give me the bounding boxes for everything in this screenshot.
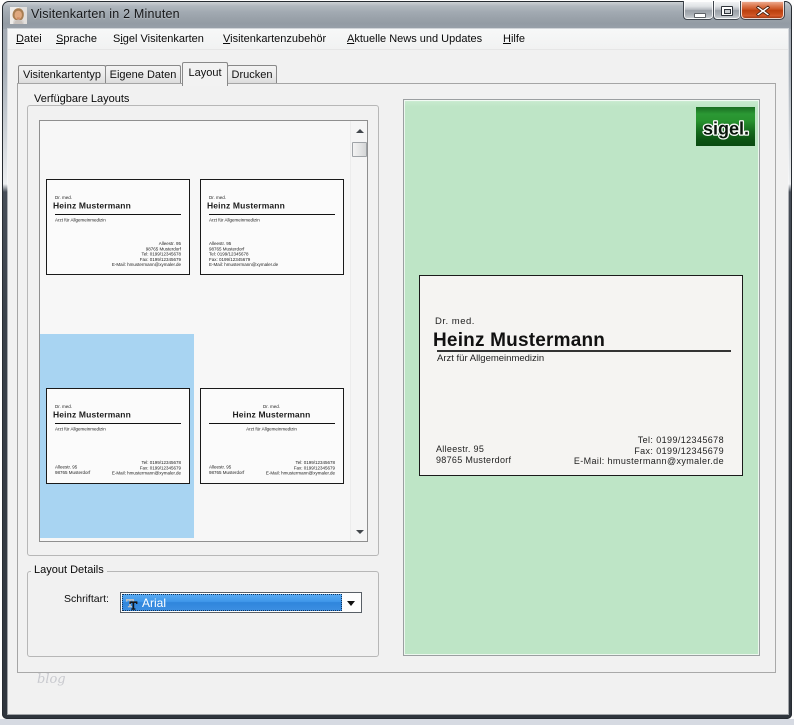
close-button[interactable] bbox=[740, 1, 785, 20]
app-window: Visitenkarten in 2 Minuten Datei Sprache S… bbox=[2, 1, 792, 719]
thumb-profession: Arzt für Allgemeinmedizin bbox=[55, 218, 106, 223]
listbox-scrollbar[interactable] bbox=[350, 121, 367, 541]
desktop-background: Visitenkarten in 2 Minuten Datei Sprache S… bbox=[0, 0, 794, 725]
font-combobox-selection: Arial bbox=[122, 594, 342, 611]
font-dropdown-button[interactable] bbox=[342, 593, 361, 612]
thumb-rule bbox=[209, 423, 335, 424]
card-street: Alleestr. 95 bbox=[436, 444, 511, 455]
thumb-contact: Alleestr. 9598765 MusterdorfTel: 0199/12… bbox=[209, 241, 278, 267]
details-group-title: Layout Details bbox=[31, 564, 107, 576]
preview-panel: Dr. med. Heinz Mustermann Arzt für Allge… bbox=[403, 99, 760, 656]
layout-listbox: Dr. med.Heinz MustermannArzt für Allgeme… bbox=[39, 120, 368, 542]
thumb-profession: Arzt für Allgemeinmedizin bbox=[201, 427, 342, 432]
sigel-logo-text bbox=[696, 107, 755, 146]
menu-item-sprache[interactable]: Sprache bbox=[56, 29, 97, 50]
thumbnail-card-content: Dr. med.Heinz Mustermann Arzt für Allgeme… bbox=[201, 180, 342, 272]
layout-option-2[interactable]: Dr. med.Heinz Mustermann Arzt für Allgeme… bbox=[194, 130, 348, 334]
window-controls bbox=[683, 1, 785, 21]
menu-item-sigel[interactable]: Sigel Visitenkarten bbox=[113, 29, 204, 50]
scroll-down-icon bbox=[356, 530, 364, 534]
card-contact: Tel: 0199/12345678 Fax: 0199/12345679 E-… bbox=[574, 435, 724, 467]
layout-thumbnail-card: Dr. med.Heinz Mustermann Arzt für Allgeme… bbox=[46, 388, 190, 484]
scroll-up-button[interactable] bbox=[351, 121, 368, 138]
tab-drucken[interactable]: Drucken bbox=[227, 65, 277, 83]
scrollbar-thumb[interactable] bbox=[352, 142, 367, 157]
scroll-down-button[interactable] bbox=[351, 524, 368, 541]
thumb-name: Heinz Mustermann bbox=[53, 410, 131, 420]
layout-option-4[interactable]: Dr. med.Heinz Mustermann Arzt für Allgeme… bbox=[194, 334, 348, 538]
maximize-button[interactable] bbox=[713, 1, 740, 20]
menu-item-datei[interactable]: Datei bbox=[16, 29, 42, 50]
thumb-name: Heinz Mustermann bbox=[207, 201, 285, 211]
font-combobox[interactable]: Arial bbox=[120, 592, 362, 613]
card-tel: Tel: 0199/12345678 bbox=[574, 435, 724, 446]
menu-item-visitenkartenzubehör[interactable]: Visitenkartenzubehör bbox=[223, 29, 326, 50]
thumbnail-card-content: Dr. med.Heinz Mustermann Arzt für Allgeme… bbox=[47, 389, 188, 481]
thumb-contact: Alleestr. 9598765 MusterdorfTel: 0199/12… bbox=[112, 241, 181, 267]
watermark-text: blog bbox=[37, 672, 66, 687]
desktop-strip bbox=[0, 719, 794, 725]
font-value: Arial bbox=[142, 596, 166, 610]
thumb-title: Dr. med. bbox=[55, 195, 72, 200]
tab-visitenkartentyp[interactable]: Visitenkartentyp bbox=[18, 65, 106, 83]
menu-item-hilfe[interactable]: Hilfe bbox=[503, 29, 525, 50]
minimize-icon bbox=[694, 13, 706, 18]
layout-thumbnail-card: Dr. med.Heinz Mustermann Arzt für Allgeme… bbox=[200, 179, 344, 275]
details-groupbox bbox=[27, 571, 379, 657]
layout-option-1[interactable]: Dr. med.Heinz Mustermann Arzt für Allgeme… bbox=[40, 130, 194, 334]
title-bar[interactable]: Visitenkarten in 2 Minuten bbox=[3, 2, 791, 29]
dropdown-arrow-icon bbox=[347, 601, 355, 606]
sigel-logo bbox=[696, 107, 755, 146]
thumbnail-card-content: Dr. med.Heinz Mustermann Arzt für Allgeme… bbox=[201, 389, 342, 481]
thumb-profession: Arzt für Allgemeinmedizin bbox=[209, 218, 260, 223]
client-area: Datei Sprache Sigel Visitenkarten Visitenka… bbox=[8, 29, 788, 714]
tab-layout[interactable]: Layout bbox=[182, 62, 228, 86]
thumb-profession: Arzt für Allgemeinmedizin bbox=[55, 427, 106, 432]
app-icon bbox=[10, 7, 27, 24]
maximize-icon bbox=[721, 6, 733, 16]
card-title: Dr. med. bbox=[435, 316, 475, 327]
thumb-contact: Tel: 0199/12345678Fax: 0199/12345679E-Ma… bbox=[112, 460, 181, 476]
tab-eigene daten[interactable]: Eigene Daten bbox=[105, 65, 181, 83]
thumb-rule bbox=[55, 214, 181, 215]
thumb-name: Heinz Mustermann bbox=[53, 201, 131, 211]
layout-option-3[interactable]: Dr. med.Heinz Mustermann Arzt für Allgeme… bbox=[40, 334, 194, 538]
thumbnail-card-content: Dr. med.Heinz Mustermann Arzt für Allgeme… bbox=[47, 180, 188, 272]
card-address: Alleestr. 95 98765 Musterdorf bbox=[436, 444, 511, 465]
thumb-address: Alleestr. 9598765 Musterdorf bbox=[55, 465, 90, 476]
thumb-contact: Tel: 0199/12345678Fax: 0199/12345679E-Ma… bbox=[266, 460, 335, 476]
menu-item-aktuelle[interactable]: Aktuelle News und Updates bbox=[347, 29, 482, 50]
card-fax: Fax: 0199/12345679 bbox=[574, 446, 724, 457]
menu-bar: Datei Sprache Sigel Visitenkarten Visitenka… bbox=[8, 29, 788, 50]
scroll-up-icon bbox=[356, 129, 364, 133]
font-label: Schriftart: bbox=[64, 593, 109, 605]
window-title: Visitenkarten in 2 Minuten bbox=[31, 7, 180, 21]
thumb-name: Heinz Mustermann bbox=[201, 410, 342, 420]
layout-thumbnail-card: Dr. med.Heinz Mustermann Arzt für Allgeme… bbox=[200, 388, 344, 484]
minimize-button[interactable] bbox=[683, 1, 713, 20]
thumb-title: Dr. med. bbox=[55, 404, 72, 409]
card-profession: Arzt für Allgemeinmedizin bbox=[437, 353, 544, 364]
card-email: E-Mail: hmustermann@xymaler.de bbox=[574, 456, 724, 467]
card-name: Heinz Mustermann bbox=[433, 330, 605, 352]
thumb-title: Dr. med. bbox=[201, 404, 342, 409]
card-rule bbox=[437, 350, 731, 352]
layouts-group-title: Verfügbare Layouts bbox=[31, 93, 132, 105]
layout-thumbnail-card: Dr. med.Heinz Mustermann Arzt für Allgeme… bbox=[46, 179, 190, 275]
thumb-rule bbox=[209, 214, 335, 215]
card-city: 98765 Musterdorf bbox=[436, 455, 511, 466]
thumb-rule bbox=[55, 423, 181, 424]
thumb-title: Dr. med. bbox=[209, 195, 226, 200]
thumb-address: Alleestr. 9598765 Musterdorf bbox=[209, 465, 244, 476]
truetype-icon bbox=[125, 597, 138, 610]
business-card-preview: Dr. med. Heinz Mustermann Arzt für Allge… bbox=[419, 275, 743, 476]
close-icon bbox=[756, 5, 770, 17]
